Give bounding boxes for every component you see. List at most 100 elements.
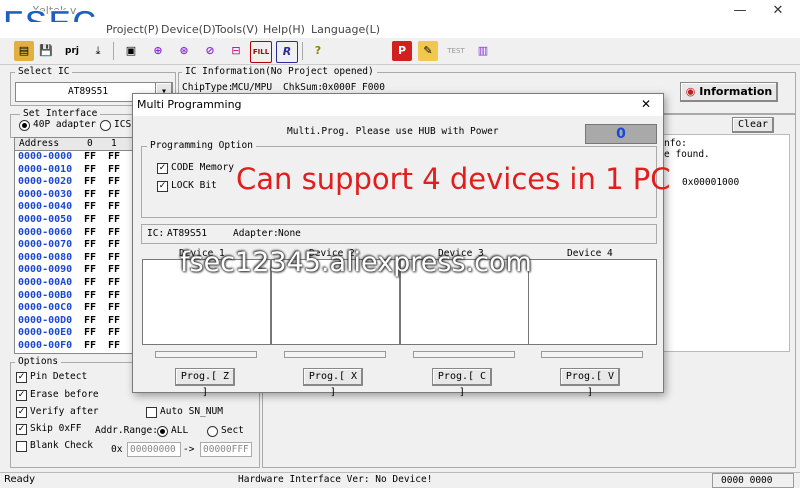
adapter-radio-label: 40P adapter bbox=[33, 119, 96, 130]
table-row: 0000-00D0 FF FF bbox=[15, 315, 140, 328]
hex-address: 0000-0060 bbox=[18, 226, 73, 238]
folder-open-icon[interactable]: ▤ bbox=[14, 41, 34, 61]
table-row: 0000-0060 FF FF bbox=[15, 227, 140, 240]
log-line-1: nfo: bbox=[664, 138, 687, 149]
menu-help[interactable]: Help(H) bbox=[263, 23, 305, 36]
dialog-close-icon[interactable]: ✕ bbox=[641, 97, 651, 111]
device-2-progress bbox=[284, 351, 386, 358]
range-sect-radio[interactable] bbox=[207, 426, 218, 437]
blank-icon[interactable]: ⊘ bbox=[200, 41, 220, 61]
code-memory-checkbox[interactable]: ✓ bbox=[157, 163, 168, 174]
hex-byte: FF bbox=[108, 163, 121, 175]
dialog-adapter-value: None bbox=[278, 228, 301, 239]
table-row: 0000-00B0 FF FF bbox=[15, 290, 140, 303]
icsp-radio[interactable] bbox=[100, 120, 111, 131]
hex-byte: FF bbox=[108, 201, 121, 213]
erase-icon[interactable]: ⊟ bbox=[226, 41, 246, 61]
prj-icon[interactable]: prj bbox=[62, 41, 82, 61]
auto-sn-checkbox[interactable] bbox=[146, 407, 157, 418]
hex-byte: FF bbox=[84, 289, 97, 301]
minimize-button[interactable]: — bbox=[726, 2, 754, 20]
table-row: 0000-0000 FF FF bbox=[15, 151, 140, 164]
status-bar: Ready Hardware Interface Ver: No Device!… bbox=[0, 472, 800, 488]
chip-icon[interactable]: ▥ bbox=[473, 41, 493, 61]
test-icon[interactable]: TEST bbox=[446, 41, 466, 61]
erase-before-label: Erase before bbox=[30, 389, 99, 400]
table-row: 0000-0030 FF FF bbox=[15, 189, 140, 202]
log-output: nfo: e found. 0x00001000 bbox=[662, 134, 790, 352]
hex-byte: FF bbox=[108, 276, 121, 288]
log-line-2: e found. bbox=[664, 149, 710, 160]
help-icon[interactable]: ? bbox=[308, 41, 328, 61]
menu-project[interactable]: Project(P) bbox=[106, 23, 159, 36]
save-chip-icon[interactable]: ▣ bbox=[121, 41, 141, 61]
chiptype-label: ChipType: bbox=[182, 82, 234, 93]
set-interface-label: Set Interface bbox=[20, 108, 101, 119]
hex-address: 0000-00A0 bbox=[18, 276, 73, 288]
hex-byte: FF bbox=[84, 339, 97, 351]
device-4-label: Device 4 bbox=[567, 248, 613, 259]
prog-c-button[interactable]: Prog.[ C ] bbox=[432, 368, 492, 398]
device-1-progress bbox=[155, 351, 257, 358]
dialog-title-bar: Multi Programming ✕ bbox=[133, 94, 663, 116]
select-ic-label: Select IC bbox=[15, 66, 73, 77]
load-icon[interactable]: ⤓ bbox=[88, 41, 108, 61]
verify-after-checkbox[interactable]: ✓ bbox=[16, 407, 27, 418]
hex-byte: FF bbox=[84, 201, 97, 213]
hex-byte: FF bbox=[84, 276, 97, 288]
verify-icon[interactable]: ⊛ bbox=[174, 41, 194, 61]
promo-headline: Can support 4 devices in 1 PC bbox=[236, 162, 671, 196]
hex-address: 0000-0020 bbox=[18, 176, 73, 188]
hex-byte: FF bbox=[84, 239, 97, 251]
prog-x-button[interactable]: Prog.[ X ] bbox=[303, 368, 363, 398]
hex-grid[interactable]: 0000-0000 FF FF 0000-0010 FF FF 0000-0020 FF FF 0… bbox=[14, 150, 141, 354]
lock-bit-label: LOCK Bit bbox=[171, 180, 217, 191]
edit-icon[interactable]: ✎ bbox=[418, 41, 438, 61]
auto-sn-label: Auto SN_NUM bbox=[160, 406, 223, 417]
clear-button[interactable]: Clear bbox=[732, 117, 774, 133]
skip-ff-checkbox[interactable]: ✓ bbox=[16, 424, 27, 435]
program-icon[interactable]: R bbox=[276, 41, 298, 63]
device-3-progress bbox=[413, 351, 515, 358]
menu-language[interactable]: Language(L) bbox=[311, 23, 380, 36]
ox-label: 0x bbox=[111, 444, 123, 455]
programming-option-label: Programming Option bbox=[147, 140, 256, 151]
hex-address: 0000-00D0 bbox=[18, 314, 73, 326]
table-row: 0000-00C0 FF FF bbox=[15, 302, 140, 315]
range-start-field[interactable]: 00000000 bbox=[127, 442, 181, 457]
erase-before-checkbox[interactable]: ✓ bbox=[16, 390, 27, 401]
range-end-value: 00000FFF bbox=[203, 444, 249, 455]
addr-range-label: Addr.Range: bbox=[95, 425, 158, 436]
menu-tools[interactable]: Tools(V) bbox=[215, 23, 258, 36]
log-line-3: 0x00001000 bbox=[682, 177, 740, 188]
range-all-radio[interactable] bbox=[157, 426, 168, 437]
range-end-field[interactable]: 00000FFF bbox=[200, 442, 252, 457]
prog-v-button[interactable]: Prog.[ V ] bbox=[560, 368, 620, 398]
dialog-ic-value: AT89S51 bbox=[167, 228, 208, 239]
menu-bar: Project(P) Device(D) Tools(V) Help(H) La… bbox=[0, 22, 800, 38]
p-icon[interactable]: P bbox=[392, 41, 412, 61]
test-label: TEST bbox=[447, 47, 465, 55]
hex-byte: FF bbox=[84, 327, 97, 339]
status-ready: Ready bbox=[4, 474, 36, 485]
close-window-button[interactable]: ✕ bbox=[764, 2, 792, 20]
menu-device[interactable]: Device(D) bbox=[161, 23, 216, 36]
chiptype-value: MCU/MPU bbox=[232, 82, 273, 93]
read-icon[interactable]: ⊕ bbox=[148, 41, 168, 61]
pin-detect-label: Pin Detect bbox=[30, 371, 88, 382]
hex-address: 0000-0010 bbox=[18, 163, 73, 175]
fill-icon[interactable]: FILL bbox=[250, 41, 272, 63]
save-icon[interactable]: 💾 bbox=[36, 41, 56, 61]
hex-byte: FF bbox=[84, 264, 97, 276]
ic-info-label: IC Information(No Project opened) bbox=[182, 66, 377, 77]
lock-bit-checkbox[interactable]: ✓ bbox=[157, 181, 168, 192]
adapter-radio[interactable] bbox=[19, 120, 30, 131]
pin-detect-checkbox[interactable]: ✓ bbox=[16, 372, 27, 383]
blank-check-checkbox[interactable] bbox=[16, 441, 27, 452]
verify-after-label: Verify after bbox=[30, 406, 99, 417]
dialog-ic-label: IC: bbox=[147, 228, 165, 239]
information-button[interactable]: ◉ Information bbox=[680, 82, 778, 102]
prog-z-button[interactable]: Prog.[ Z ] bbox=[175, 368, 235, 398]
device-count: 0 bbox=[585, 124, 657, 144]
hex-address: 0000-0080 bbox=[18, 251, 73, 263]
